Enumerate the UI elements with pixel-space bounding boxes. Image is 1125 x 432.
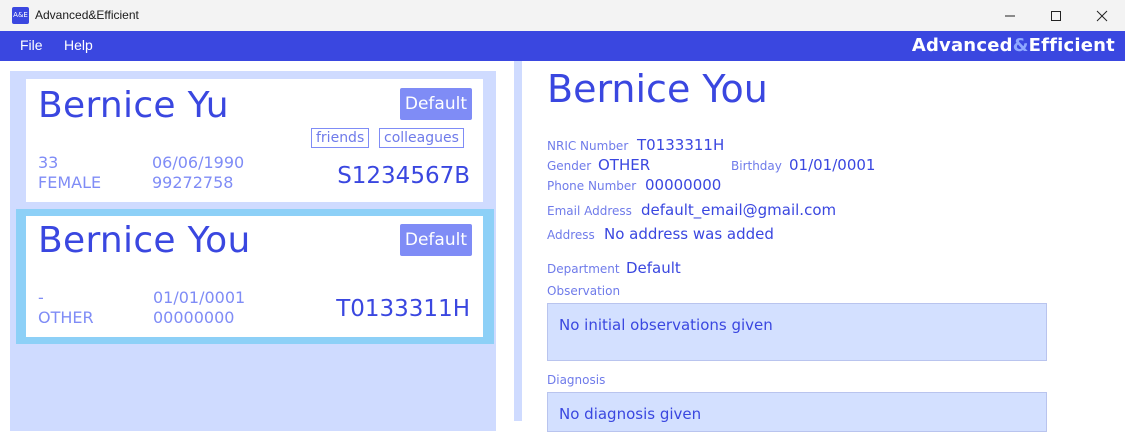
menu-bar: File Help Advanced&Efficient xyxy=(0,31,1125,61)
birthday-value: 01/01/0001 xyxy=(789,156,876,174)
gender-label: Gender xyxy=(547,159,592,173)
patient-phone: 00000000 xyxy=(153,308,235,327)
maximize-icon xyxy=(1051,10,1061,21)
menu-help[interactable]: Help xyxy=(64,37,93,53)
window-title: Advanced&Efficient xyxy=(35,8,139,22)
patient-birthday: 06/06/1990 xyxy=(152,153,245,172)
title-bar: A&E Advanced&Efficient xyxy=(0,0,1125,31)
patient-nric: S1234567B xyxy=(337,163,470,189)
patient-detail-panel: Bernice You NRIC Number T0133311H Gender… xyxy=(522,61,1109,432)
diagnosis-label: Diagnosis xyxy=(547,373,606,387)
email-value: default_email@gmail.com xyxy=(641,201,837,219)
department-badge: Default xyxy=(399,224,472,256)
observation-text: No initial observations given xyxy=(559,316,773,334)
detail-patient-name: Bernice You xyxy=(547,67,768,111)
patient-list[interactable]: Bernice Yu Default friends colleagues 33… xyxy=(10,71,496,431)
department-label: Department xyxy=(547,262,620,276)
phone-value: 00000000 xyxy=(645,176,722,194)
patient-nric: T0133311H xyxy=(336,296,470,322)
minimize-icon xyxy=(1005,15,1015,16)
birthday-label: Birthday xyxy=(731,159,782,173)
patient-gender: FEMALE xyxy=(38,173,102,192)
patient-card[interactable]: Bernice Yu Default friends colleagues 33… xyxy=(26,79,483,202)
gender-value: OTHER xyxy=(598,156,651,174)
email-label: Email Address xyxy=(547,204,632,218)
patient-age: 33 xyxy=(38,153,59,172)
close-button[interactable] xyxy=(1079,0,1125,31)
patient-phone: 99272758 xyxy=(152,173,234,192)
phone-label: Phone Number xyxy=(547,179,637,193)
close-icon xyxy=(1096,10,1108,21)
department-value: Default xyxy=(626,259,681,277)
nric-value: T0133311H xyxy=(637,136,725,154)
maximize-button[interactable] xyxy=(1033,0,1079,31)
minimize-button[interactable] xyxy=(987,0,1033,31)
address-value: No address was added xyxy=(604,225,774,243)
patient-name: Bernice You xyxy=(38,220,251,261)
tag-badge: friends xyxy=(311,128,370,148)
address-label: Address xyxy=(547,228,595,242)
patient-age: - xyxy=(38,288,44,307)
patient-card-selected[interactable]: Bernice You Default - OTHER 01/01/0001 0… xyxy=(26,216,483,337)
patient-name: Bernice Yu xyxy=(38,85,229,126)
diagnosis-box: No diagnosis given xyxy=(547,392,1047,432)
detail-scrollbar[interactable] xyxy=(1109,61,1125,421)
app-logo-icon: A&E xyxy=(12,7,29,24)
tag-badge: colleagues xyxy=(379,128,464,148)
diagnosis-text: No diagnosis given xyxy=(559,405,702,423)
patient-gender: OTHER xyxy=(38,308,94,327)
patient-birthday: 01/01/0001 xyxy=(153,288,246,307)
patient-list-panel: Bernice Yu Default friends colleagues 33… xyxy=(5,61,514,431)
observation-label: Observation xyxy=(547,284,621,298)
menu-file[interactable]: File xyxy=(20,37,43,53)
observation-box: No initial observations given xyxy=(547,303,1047,361)
brand-logo: Advanced&Efficient xyxy=(911,35,1115,56)
nric-label: NRIC Number xyxy=(547,139,629,153)
department-badge: Default xyxy=(399,88,472,120)
